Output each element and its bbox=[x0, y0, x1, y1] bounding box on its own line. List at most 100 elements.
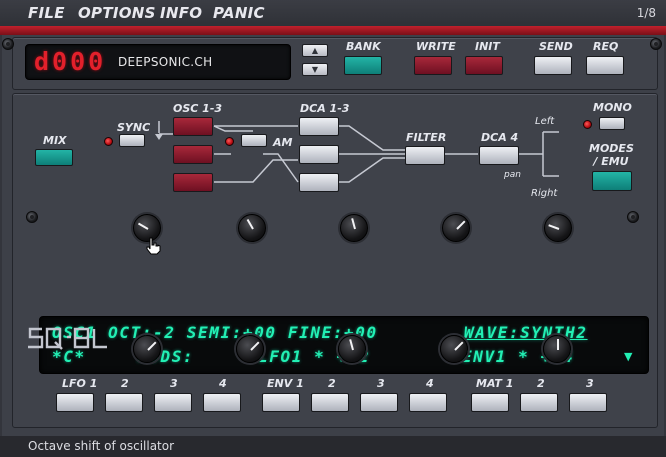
modes-label-line2: / EMU bbox=[593, 155, 629, 168]
triangle-up-icon: ▲ bbox=[311, 46, 319, 55]
send-button[interactable] bbox=[534, 56, 572, 75]
mat3-button[interactable] bbox=[569, 393, 607, 412]
right-label: Right bbox=[531, 188, 558, 199]
env4-button[interactable] bbox=[409, 393, 447, 412]
lfo4-button[interactable] bbox=[203, 393, 241, 412]
req-button[interactable] bbox=[586, 56, 624, 75]
write-button[interactable] bbox=[414, 56, 452, 75]
lfo3-label: 3 bbox=[170, 377, 178, 390]
lcd-wave-param[interactable]: WAVE:SYNTH2 bbox=[464, 323, 588, 342]
init-label: INIT bbox=[475, 40, 500, 53]
osc1-button[interactable] bbox=[173, 117, 213, 136]
mat2-label: 2 bbox=[537, 377, 545, 390]
env2-button[interactable] bbox=[311, 393, 349, 412]
knob-4[interactable] bbox=[442, 214, 470, 242]
dca4-button[interactable] bbox=[479, 146, 519, 165]
status-bar: Octave shift of oscillator bbox=[0, 436, 666, 457]
knob-9-indicator bbox=[454, 341, 464, 351]
knob-5[interactable] bbox=[544, 214, 572, 242]
knob-7[interactable] bbox=[236, 335, 264, 363]
knob-6-indicator bbox=[147, 341, 157, 351]
filter-label: FILTER bbox=[406, 131, 447, 144]
mat1-button[interactable] bbox=[471, 393, 509, 412]
knob-6[interactable] bbox=[133, 335, 161, 363]
triangle-down-icon: ▼ bbox=[311, 65, 319, 74]
lfo2-label: 2 bbox=[121, 377, 129, 390]
menu-file[interactable]: FILE bbox=[28, 4, 65, 22]
menu-info[interactable]: INFO bbox=[160, 4, 202, 22]
hand-cursor-icon bbox=[146, 237, 161, 255]
top-section: d000 DEEPSONIC.CH ▲ ▼ BANK WRITE INIT SE… bbox=[12, 37, 658, 90]
knob-10[interactable] bbox=[543, 335, 571, 363]
left-label: Left bbox=[535, 116, 555, 127]
sync-label: SYNC bbox=[117, 121, 151, 134]
knob-9[interactable] bbox=[440, 335, 468, 363]
synth-panel: d000 DEEPSONIC.CH ▲ ▼ BANK WRITE INIT SE… bbox=[2, 35, 664, 450]
lfo1-label: LFO 1 bbox=[62, 377, 98, 390]
dca1-button[interactable] bbox=[299, 117, 339, 136]
patch-number-display: d000 bbox=[34, 47, 107, 76]
filter-button[interactable] bbox=[405, 146, 445, 165]
page-indicator: 1/8 bbox=[636, 6, 656, 20]
init-button[interactable] bbox=[465, 56, 503, 75]
mono-label: MONO bbox=[593, 101, 632, 114]
mix-button[interactable] bbox=[35, 149, 73, 166]
lfo3-button[interactable] bbox=[154, 393, 192, 412]
env1-button[interactable] bbox=[262, 393, 300, 412]
lfo1-button[interactable] bbox=[56, 393, 94, 412]
knob-1-indicator bbox=[137, 222, 149, 230]
dca2-button[interactable] bbox=[299, 145, 339, 164]
knob-4-indicator bbox=[456, 220, 466, 230]
osc3-button[interactable] bbox=[173, 173, 213, 192]
mix-label: MIX bbox=[43, 134, 67, 147]
mat1-label: MAT 1 bbox=[476, 377, 514, 390]
menu-panic[interactable]: PANIC bbox=[213, 4, 265, 22]
modes-emu-button[interactable] bbox=[592, 171, 632, 191]
app-window: FILE OPTIONS INFO PANIC 1/8 d000 DEEPSON… bbox=[0, 0, 666, 457]
env3-button[interactable] bbox=[360, 393, 398, 412]
send-label: SEND bbox=[539, 40, 573, 53]
modes-label-line1: MODES bbox=[589, 142, 634, 155]
patch-down-button[interactable]: ▼ bbox=[302, 63, 328, 76]
lfo4-label: 4 bbox=[219, 377, 227, 390]
sq8l-logo-graphic bbox=[28, 327, 107, 350]
knob-5-indicator bbox=[548, 224, 560, 230]
knob-2[interactable] bbox=[238, 214, 266, 242]
knob-2-indicator bbox=[246, 218, 254, 230]
dca4-label: DCA 4 bbox=[481, 131, 519, 144]
knob-8[interactable] bbox=[338, 335, 366, 363]
screw-icon bbox=[2, 38, 14, 50]
screw-icon bbox=[627, 211, 639, 223]
env2-label: 2 bbox=[328, 377, 336, 390]
logo bbox=[27, 326, 111, 356]
dca-label: DCA 1-3 bbox=[300, 102, 350, 115]
write-label: WRITE bbox=[416, 40, 456, 53]
patch-name: DEEPSONIC.CH bbox=[118, 55, 213, 69]
pan-label: pan bbox=[504, 170, 521, 180]
dca3-button[interactable] bbox=[299, 173, 339, 192]
bank-label: BANK bbox=[346, 40, 381, 53]
bank-button[interactable] bbox=[344, 56, 382, 75]
knob-3-indicator bbox=[351, 218, 356, 230]
osc-label: OSC 1-3 bbox=[173, 102, 223, 115]
knob-3[interactable] bbox=[340, 214, 368, 242]
req-label: REQ bbox=[593, 40, 619, 53]
env3-label: 3 bbox=[377, 377, 385, 390]
am-label: AM bbox=[273, 136, 293, 149]
menu-options[interactable]: OPTIONS bbox=[78, 4, 156, 22]
screw-icon bbox=[26, 211, 38, 223]
triangle-down-icon[interactable]: ▼ bbox=[624, 350, 632, 363]
knob-10-indicator bbox=[557, 339, 559, 350]
lfo2-button[interactable] bbox=[105, 393, 143, 412]
am-button[interactable] bbox=[241, 134, 267, 147]
knob-7-indicator bbox=[250, 341, 260, 351]
mat2-button[interactable] bbox=[520, 393, 558, 412]
screw-icon bbox=[650, 38, 662, 50]
accent-strip bbox=[0, 26, 666, 35]
mono-led bbox=[583, 120, 592, 129]
env1-label: ENV 1 bbox=[267, 377, 304, 390]
sync-button[interactable] bbox=[119, 134, 145, 147]
mono-button[interactable] bbox=[599, 117, 625, 130]
osc2-button[interactable] bbox=[173, 145, 213, 164]
patch-up-button[interactable]: ▲ bbox=[302, 44, 328, 57]
